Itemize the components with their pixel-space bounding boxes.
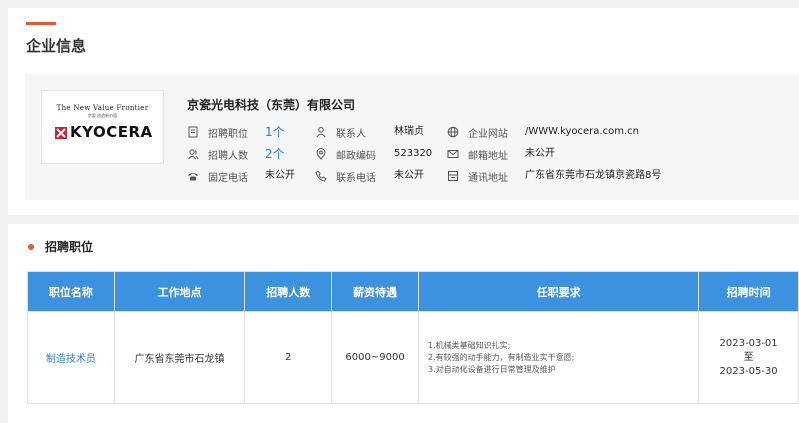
field-postcode: 邮政编码 xyxy=(315,146,376,162)
email-value: 未公开 xyxy=(525,148,555,159)
phone-value: 未公开 xyxy=(265,170,295,181)
job-time: 2023-03-01 至 2023-05-30 xyxy=(698,311,799,404)
jobs-table: 职位名称 工作地点 招聘人数 薪资待遇 任职要求 招聘时间 制造技术员 广东省东… xyxy=(27,271,799,404)
postcode-value: 523320 xyxy=(394,148,433,159)
time-start: 2023-03-01 xyxy=(719,337,778,349)
header-location: 工作地点 xyxy=(113,271,246,312)
section-dot xyxy=(28,244,34,250)
header-salary: 薪资待遇 xyxy=(331,271,420,312)
mail-icon xyxy=(447,148,459,160)
header-job-name: 职位名称 xyxy=(27,271,115,312)
company-info-title: 企业信息 xyxy=(26,37,87,55)
logo-subtext: 京瓷 创造新价值 xyxy=(87,113,118,118)
website-link[interactable]: /WWW.kyocera.com.cn xyxy=(525,124,639,140)
header-count: 招聘人数 xyxy=(244,271,333,312)
requirement-line: 2.有较强的动手能力，有制造业实干意愿; xyxy=(428,352,575,362)
kyocera-mark-icon xyxy=(55,127,67,139)
field-contact: 联系人 xyxy=(315,124,366,140)
section-accent-bar xyxy=(26,22,56,25)
company-logo: The New Value Frontier 京瓷 创造新价值 KYOCERA xyxy=(41,90,164,164)
field-phone: 固定电话 xyxy=(187,168,248,184)
table-header-row: 职位名称 工作地点 招聘人数 薪资待遇 任职要求 招聘时间 xyxy=(27,271,799,312)
job-location: 广东省东莞市石龙镇 xyxy=(113,311,246,404)
contact-value: 林瑞贞 xyxy=(394,126,424,137)
time-separator: 至 xyxy=(743,351,754,363)
header-time: 招聘时间 xyxy=(698,271,799,312)
logo-brand-text: KYOCERA xyxy=(70,123,153,141)
field-positions: 招聘职位 xyxy=(187,124,248,140)
job-salary: 6000~9000 xyxy=(331,311,420,404)
location-pin-icon xyxy=(315,148,327,160)
person-icon xyxy=(315,126,327,138)
address-value: 广东省东莞市石龙镇京瓷路8号 xyxy=(525,170,662,181)
field-address: 通讯地址 xyxy=(447,168,508,184)
mobile-value: 未公开 xyxy=(394,170,424,181)
document-icon xyxy=(187,126,199,138)
field-website: 企业网站 xyxy=(447,124,508,140)
field-mobile: 联系电话 xyxy=(315,168,376,184)
field-email: 邮箱地址 xyxy=(447,146,508,162)
company-info-panel: 企业信息 The New Value Frontier 京瓷 创造新价值 KYO… xyxy=(8,8,799,215)
header-requirements: 任职要求 xyxy=(418,271,700,312)
time-end: 2023-05-30 xyxy=(719,365,778,377)
job-count: 2 xyxy=(244,311,333,404)
job-requirements: 1.机械类基础知识扎实; 2.有较强的动手能力，有制造业实干意愿; 3.对自动化… xyxy=(418,311,700,404)
building-icon xyxy=(447,170,459,182)
requirement-line: 3.对自动化设备进行日常管理及维护 xyxy=(428,364,556,374)
field-headcount: 招聘人数 xyxy=(187,146,248,162)
company-name: 京瓷光电科技（东莞）有限公司 xyxy=(187,98,356,112)
jobs-panel: 招聘职位 职位名称 工作地点 招聘人数 薪资待遇 任职要求 招聘时间 制造技术员… xyxy=(8,224,799,423)
job-name-link[interactable]: 制造技术员 xyxy=(27,311,115,404)
headcount-link[interactable]: 2个 xyxy=(265,146,285,162)
logo-tagline: The New Value Frontier xyxy=(56,104,149,112)
table-row: 制造技术员 广东省东莞市石龙镇 2 6000~9000 1.机械类基础知识扎实;… xyxy=(27,311,799,404)
users-icon xyxy=(187,148,199,160)
requirement-line: 1.机械类基础知识扎实; xyxy=(428,340,511,350)
positions-count-link[interactable]: 1个 xyxy=(265,124,285,140)
phone-handset-icon xyxy=(315,170,327,182)
jobs-title: 招聘职位 xyxy=(45,240,94,254)
company-card: The New Value Frontier 京瓷 创造新价值 KYOCERA … xyxy=(25,74,799,200)
globe-icon xyxy=(447,126,459,138)
telephone-icon xyxy=(187,170,199,182)
